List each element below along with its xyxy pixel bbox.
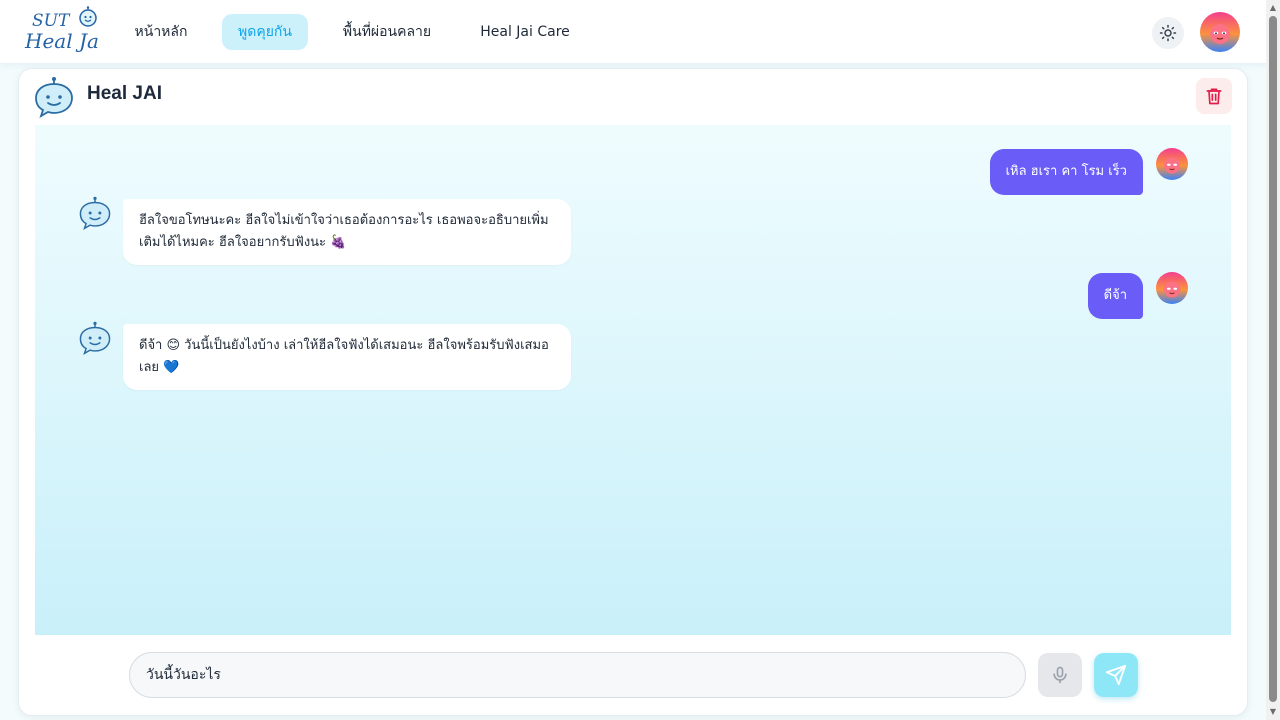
bot-avatar: [78, 321, 112, 355]
nav-item-chat[interactable]: พูดคุยกัน: [222, 14, 308, 50]
chat-messages-area[interactable]: เหิล ฮเรา คา โรม เร็ว ฮีลใจขอโทษนะคะ ฮีล…: [35, 125, 1231, 635]
user-avatar: [1156, 148, 1188, 180]
logo-bot-icon: [79, 6, 97, 27]
scroll-down-arrow-icon[interactable]: ▼: [1268, 706, 1278, 718]
send-icon: [1105, 664, 1127, 686]
delete-chat-button[interactable]: [1196, 78, 1232, 114]
bot-message-bubble: ดีจ้า 😊 วันนี้เป็นยังไงบ้าง เล่าให้ฮีลใจ…: [123, 324, 571, 390]
trash-icon: [1206, 88, 1222, 105]
bot-avatar: [78, 196, 112, 230]
nav-item-relax[interactable]: พื้นที่ผ่อนคลาย: [332, 14, 442, 50]
app-logo[interactable]: SUT Heal Jai: [22, 6, 105, 56]
user-avatar: [1156, 272, 1188, 304]
chat-title: Heal JAI: [87, 83, 162, 104]
bot-face-icon: [79, 321, 111, 355]
nav-item-heal-jai-care[interactable]: Heal Jai Care: [470, 14, 580, 50]
message-input[interactable]: [129, 652, 1026, 698]
sun-icon: [1159, 24, 1177, 42]
bot-avatar: [33, 76, 75, 118]
theme-toggle-button[interactable]: [1152, 17, 1184, 49]
microphone-icon: [1053, 666, 1067, 684]
user-avatar-icon: [1200, 12, 1240, 52]
logo-text-bottom: Heal Jai: [24, 29, 100, 53]
nav-item-home[interactable]: หน้าหลัก: [124, 14, 198, 50]
logo-mark: SUT Heal Jai: [24, 6, 105, 53]
scroll-up-arrow-icon[interactable]: ▲: [1268, 2, 1278, 14]
user-message-bubble: เหิล ฮเรา คา โรม เร็ว: [989, 149, 1143, 195]
bot-face-icon: [79, 196, 111, 230]
logo-text-top: SUT: [32, 11, 71, 31]
scrollbar-thumb[interactable]: [1269, 16, 1277, 702]
user-message-bubble: ดีจ้า: [1087, 273, 1143, 319]
microphone-button[interactable]: [1038, 653, 1082, 697]
page-scrollbar[interactable]: ▲ ▼: [1266, 0, 1280, 720]
bot-face-icon: [35, 77, 73, 118]
bot-message-bubble: ฮีลใจขอโทษนะคะ ฮีลใจไม่เข้าใจว่าเธอต้องก…: [123, 199, 571, 265]
user-avatar-button[interactable]: [1200, 12, 1240, 52]
chat-card: Heal JAI เหิล ฮเรา คา โรม เร็ว ฮีลใจขอโท…: [18, 68, 1248, 716]
user-avatar-icon: [1156, 272, 1188, 304]
user-avatar-icon: [1156, 148, 1188, 180]
top-navbar: SUT Heal Jai หน้าหลัก พูดคุยกัน พื้นที่ผ…: [0, 0, 1266, 64]
send-button[interactable]: [1094, 653, 1138, 697]
